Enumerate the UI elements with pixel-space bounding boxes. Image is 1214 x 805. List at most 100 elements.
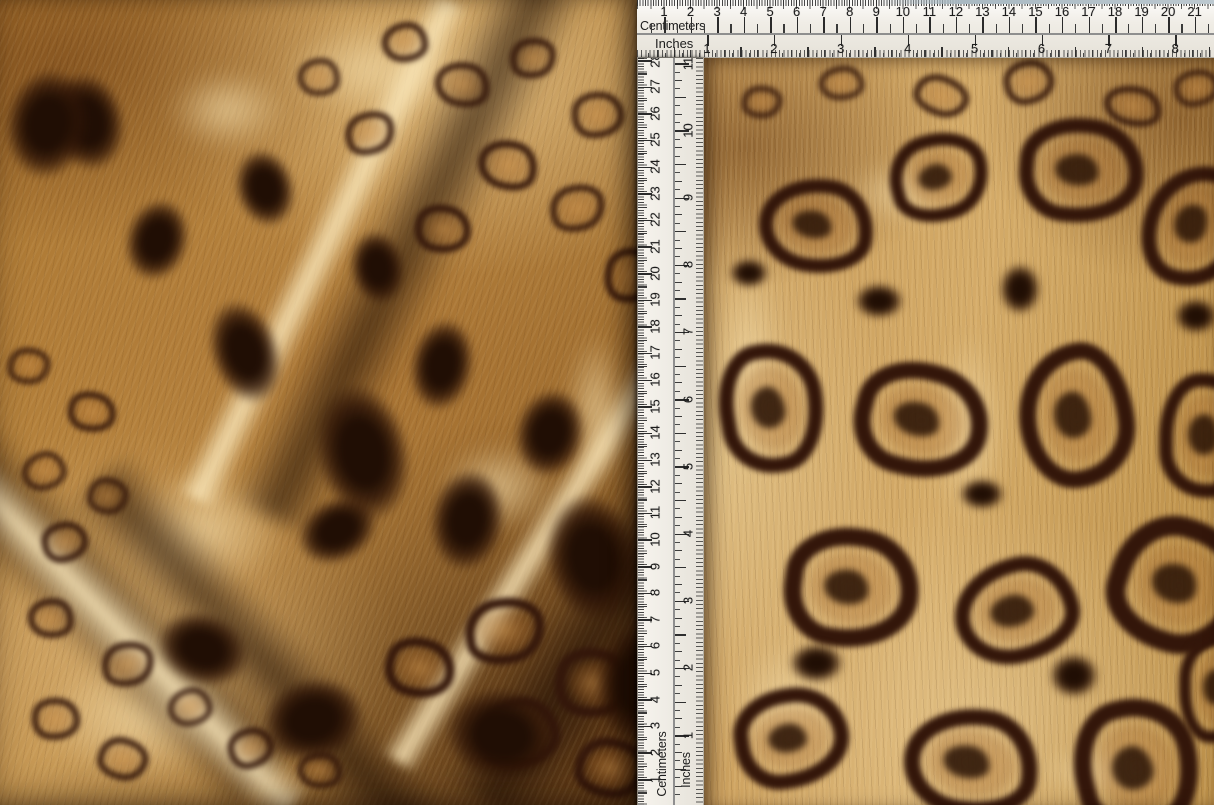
cm-tick xyxy=(691,17,693,33)
cm-tick xyxy=(1009,17,1011,33)
dark-spot xyxy=(301,374,423,533)
cm-number: 9 xyxy=(866,5,886,19)
cm-number: 23 xyxy=(649,182,662,204)
rosette xyxy=(549,641,637,725)
half-inch-tick xyxy=(807,47,808,57)
quarter-inch-tick xyxy=(1025,50,1026,57)
rosette-core xyxy=(987,591,1036,631)
rosette xyxy=(224,723,278,773)
eighth-inch-tick xyxy=(675,559,680,560)
half-cm-tick xyxy=(638,792,647,793)
cm-tick xyxy=(717,17,719,33)
half-inch-tick xyxy=(675,231,686,232)
rosette xyxy=(378,630,462,707)
quarter-inch-tick xyxy=(675,483,682,484)
half-inch-tick xyxy=(675,769,686,770)
rosette xyxy=(1159,373,1214,498)
cm-number: 5 xyxy=(649,662,662,684)
inch-number: 1 xyxy=(682,724,695,746)
eighth-inch-tick xyxy=(675,727,680,728)
half-cm-tick xyxy=(638,606,647,607)
half-cm-tick xyxy=(757,24,758,33)
inch-number: 7 xyxy=(1098,42,1118,56)
light-patch xyxy=(85,445,320,615)
eighth-inch-tick xyxy=(675,576,680,577)
half-inch-tick xyxy=(674,47,675,57)
rosette-core xyxy=(1203,669,1214,705)
inch-number: 7 xyxy=(682,321,695,343)
rosette xyxy=(545,179,610,238)
eighth-inch-tick xyxy=(675,508,680,509)
ruler-divider-line xyxy=(637,33,1214,35)
dark-spot xyxy=(423,463,512,576)
rosette-core xyxy=(790,207,834,242)
cm-number: 10 xyxy=(649,528,662,550)
rosette xyxy=(709,335,835,481)
rosette xyxy=(339,105,400,162)
eighth-inch-tick xyxy=(866,53,867,58)
cm-tick xyxy=(1142,17,1144,33)
inch-number: 2 xyxy=(764,42,784,56)
quarter-inch-tick xyxy=(675,114,682,115)
quarter-inch-tick xyxy=(675,416,682,417)
half-inch-tick xyxy=(675,702,686,703)
half-cm-tick xyxy=(638,553,647,554)
light-patch xyxy=(1004,738,1204,805)
eighth-inch-tick xyxy=(675,760,680,761)
rosette-core xyxy=(915,160,955,194)
eighth-inch-tick xyxy=(665,53,666,58)
rosette xyxy=(944,546,1088,675)
quarter-inch-tick xyxy=(675,685,682,686)
half-cm-tick xyxy=(638,579,647,580)
cm-tick xyxy=(956,17,958,33)
eighth-inch-tick xyxy=(675,592,680,593)
cm-number: 9 xyxy=(649,555,662,577)
cm-number: 7 xyxy=(649,608,662,630)
cm-tick xyxy=(744,17,746,33)
inch-number: 6 xyxy=(682,388,695,410)
cm-tick xyxy=(1089,17,1091,33)
rosette xyxy=(571,733,637,802)
dark-spot xyxy=(226,142,305,235)
half-cm-tick xyxy=(638,207,647,208)
half-cm-tick xyxy=(996,24,997,33)
quarter-inch-tick xyxy=(1058,50,1059,57)
light-patch xyxy=(415,425,580,550)
rosette xyxy=(64,386,121,437)
half-cm-tick xyxy=(638,127,647,128)
half-cm-tick xyxy=(783,24,784,33)
eighth-inch-tick xyxy=(950,53,951,58)
cm-number: 19 xyxy=(649,289,662,311)
cm-number: 16 xyxy=(649,369,662,391)
cm-number: 10 xyxy=(893,5,913,19)
quarter-inch-tick xyxy=(675,282,682,283)
rosette xyxy=(572,92,624,138)
eighth-inch-tick xyxy=(675,643,680,644)
rosette xyxy=(166,685,215,729)
rosette xyxy=(94,733,153,786)
rosette xyxy=(776,519,926,657)
half-cm-tick xyxy=(638,739,647,740)
half-cm-tick xyxy=(1102,24,1103,33)
cm-number: 20 xyxy=(1158,5,1178,19)
half-cm-tick xyxy=(638,766,647,767)
eighth-inch-tick xyxy=(675,105,680,106)
cm-number: 3 xyxy=(649,715,662,737)
fold-highlight xyxy=(175,0,470,510)
cm-number: 16 xyxy=(1052,5,1072,19)
fold-highlight xyxy=(380,356,637,773)
rosette xyxy=(25,594,77,641)
quarter-inch-tick xyxy=(675,618,682,619)
rosette xyxy=(98,637,158,691)
leopard-fabric-listing-photo: Centimeters Inches 123456789101112131415… xyxy=(0,0,1214,805)
dark-spot xyxy=(0,63,97,186)
cm-tick xyxy=(1062,17,1064,33)
quarter-inch-tick xyxy=(675,315,682,316)
half-cm-tick xyxy=(638,420,647,421)
rosette xyxy=(296,55,343,98)
quarter-inch-tick xyxy=(675,517,682,518)
cm-number: 12 xyxy=(649,475,662,497)
half-inch-tick xyxy=(675,298,686,299)
light-patch xyxy=(704,613,874,805)
inch-number: 3 xyxy=(682,590,695,612)
